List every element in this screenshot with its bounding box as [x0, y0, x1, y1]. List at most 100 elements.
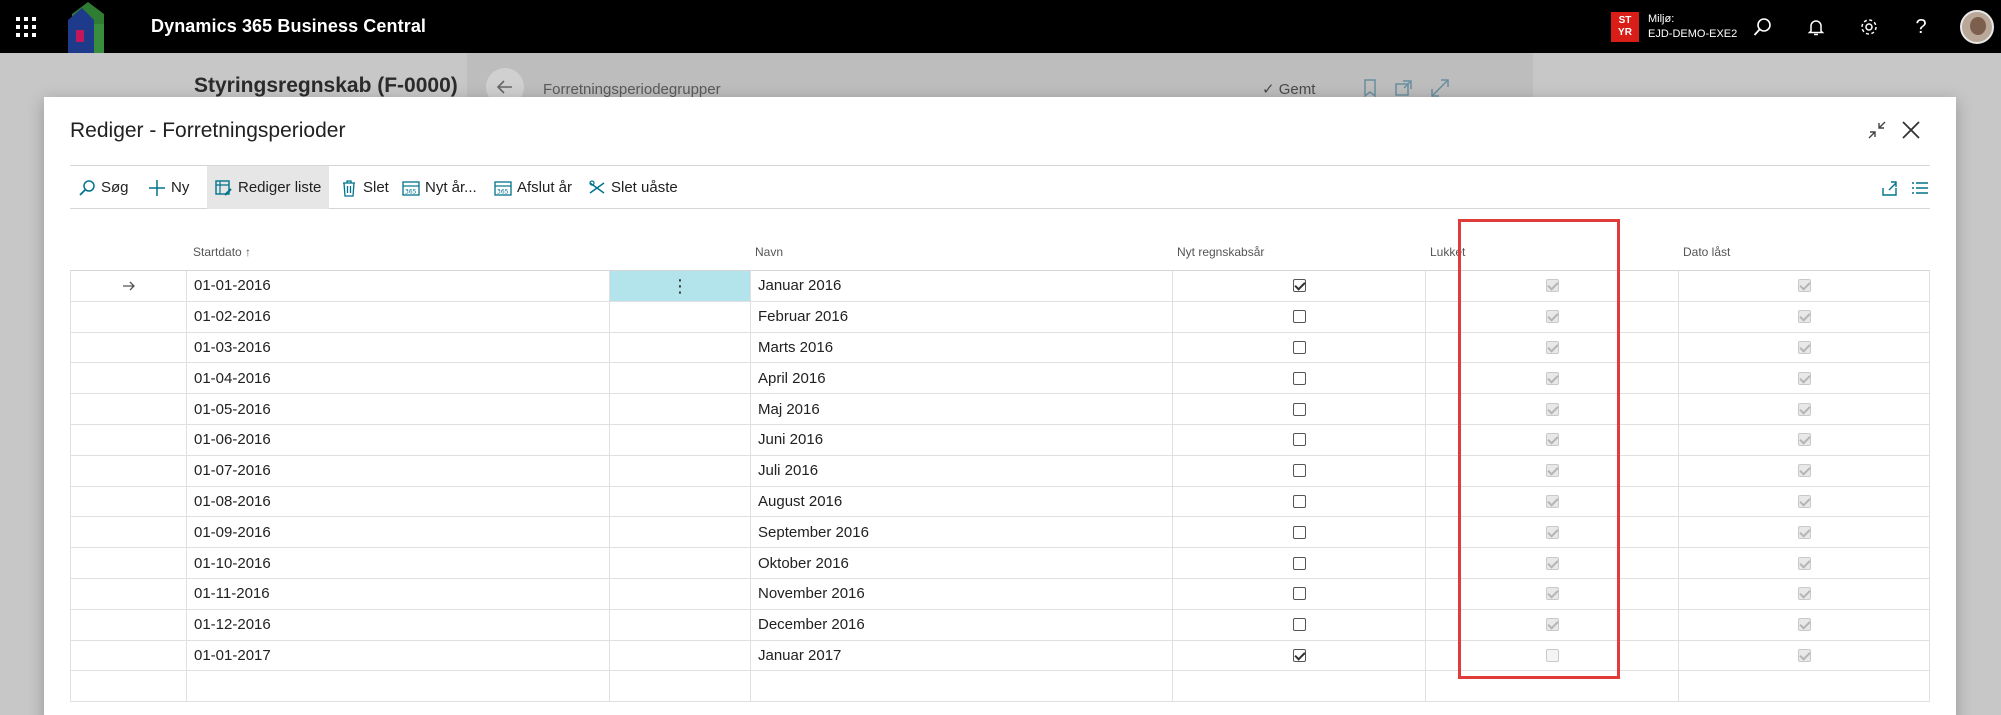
start-date-cell[interactable]: 01-07-2016: [186, 455, 609, 486]
row-actions-cell[interactable]: [609, 424, 750, 455]
start-date-cell[interactable]: 01-02-2016: [186, 301, 609, 332]
avatar[interactable]: [1960, 10, 1994, 44]
checkbox[interactable]: [1292, 525, 1306, 539]
name-cell[interactable]: Juni 2016: [750, 424, 1172, 455]
table-row[interactable]: 01-05-2016 Maj 2016: [70, 394, 1930, 425]
help-icon[interactable]: ?: [1906, 12, 1936, 42]
empty-cell[interactable]: [609, 671, 750, 702]
table-row[interactable]: 01-01-2016 ⋮ Januar 2016: [70, 271, 1930, 302]
checkbox[interactable]: [1292, 310, 1306, 324]
name-cell[interactable]: September 2016: [750, 517, 1172, 548]
checkbox[interactable]: [1292, 556, 1306, 570]
row-actions-cell[interactable]: [609, 517, 750, 548]
expand-icon[interactable]: [1430, 78, 1450, 98]
table-row[interactable]: 01-07-2016 Juli 2016: [70, 455, 1930, 487]
table-row[interactable]: 01-02-2016 Februar 2016: [70, 301, 1930, 333]
row-actions-cell[interactable]: ⋮: [609, 271, 750, 301]
new-fiscal-year-checkbox[interactable]: [1172, 301, 1425, 332]
name-cell[interactable]: Januar 2017: [750, 640, 1172, 671]
start-date-cell[interactable]: 01-03-2016: [186, 332, 609, 363]
row-actions-cell[interactable]: [609, 301, 750, 332]
table-row[interactable]: 01-01-2017 Januar 2017: [70, 640, 1930, 672]
table-row[interactable]: 01-04-2016 April 2016: [70, 363, 1930, 395]
name-cell[interactable]: April 2016: [750, 363, 1172, 394]
name-cell[interactable]: Januar 2016: [750, 271, 1172, 301]
new-fiscal-year-checkbox[interactable]: [1172, 578, 1425, 609]
table-row[interactable]: 01-11-2016 November 2016: [70, 578, 1930, 610]
row-actions-cell[interactable]: [609, 486, 750, 517]
row-actions-cell[interactable]: [609, 609, 750, 640]
start-date-cell[interactable]: 01-10-2016: [186, 548, 609, 578]
close-year-button[interactable]: 365 Afslut år: [486, 166, 580, 209]
checkbox[interactable]: [1292, 648, 1306, 662]
empty-cell[interactable]: [186, 671, 609, 702]
new-year-button[interactable]: 365 Nyt år...: [394, 166, 485, 209]
table-row[interactable]: 01-10-2016 Oktober 2016: [70, 548, 1930, 579]
new-fiscal-year-checkbox[interactable]: [1172, 271, 1425, 301]
start-date-cell[interactable]: 01-01-2017: [186, 640, 609, 671]
name-cell[interactable]: Juli 2016: [750, 455, 1172, 486]
bookmark-icon[interactable]: [1360, 78, 1380, 98]
more-options-icon[interactable]: ⋮: [671, 277, 689, 295]
checkbox[interactable]: [1292, 464, 1306, 478]
column-header-date-locked[interactable]: Dato låst: [1683, 245, 1730, 259]
table-row[interactable]: 01-12-2016 December 2016: [70, 609, 1930, 641]
row-actions-cell[interactable]: [609, 640, 750, 671]
empty-cell[interactable]: [750, 671, 1172, 702]
row-actions-cell[interactable]: [609, 394, 750, 424]
column-header-new-fiscal-year[interactable]: Nyt regnskabsår: [1177, 245, 1264, 259]
column-header-name[interactable]: Navn: [755, 245, 783, 259]
edit-list-button[interactable]: Rediger liste: [207, 166, 330, 209]
table-row[interactable]: 01-09-2016 September 2016: [70, 517, 1930, 549]
delete-unlocked-button[interactable]: Slet uåste: [580, 166, 686, 209]
empty-cell[interactable]: [1678, 671, 1930, 702]
checkbox[interactable]: [1292, 340, 1306, 354]
bell-icon[interactable]: [1801, 12, 1831, 42]
gear-icon[interactable]: [1854, 12, 1884, 42]
search-icon[interactable]: [1748, 12, 1778, 42]
close-icon[interactable]: [1896, 115, 1926, 145]
new-fiscal-year-checkbox[interactable]: [1172, 394, 1425, 424]
delete-button[interactable]: Slet: [332, 166, 397, 209]
new-fiscal-year-checkbox[interactable]: [1172, 424, 1425, 455]
table-row[interactable]: 01-06-2016 Juni 2016: [70, 424, 1930, 456]
collapse-icon[interactable]: [1862, 115, 1892, 145]
new-fiscal-year-checkbox[interactable]: [1172, 363, 1425, 394]
start-date-cell[interactable]: 01-06-2016: [186, 424, 609, 455]
row-actions-cell[interactable]: [609, 363, 750, 394]
row-actions-cell[interactable]: [609, 455, 750, 486]
list-view-icon[interactable]: [1908, 176, 1932, 200]
row-actions-cell[interactable]: [609, 332, 750, 363]
checkbox[interactable]: [1292, 433, 1306, 447]
name-cell[interactable]: Oktober 2016: [750, 548, 1172, 578]
table-row[interactable]: 01-08-2016 August 2016: [70, 486, 1930, 518]
start-date-cell[interactable]: 01-11-2016: [186, 578, 609, 609]
new-fiscal-year-checkbox[interactable]: [1172, 517, 1425, 548]
name-cell[interactable]: November 2016: [750, 578, 1172, 609]
new-button[interactable]: Ny: [140, 166, 197, 209]
open-new-window-icon[interactable]: [1394, 78, 1414, 98]
column-header-start-date[interactable]: Startdato ↑: [193, 245, 251, 259]
start-date-cell[interactable]: 01-01-2016: [186, 271, 609, 301]
start-date-cell[interactable]: 01-09-2016: [186, 517, 609, 548]
name-cell[interactable]: Maj 2016: [750, 394, 1172, 424]
new-fiscal-year-checkbox[interactable]: [1172, 486, 1425, 517]
table-row[interactable]: 01-03-2016 Marts 2016: [70, 332, 1930, 364]
start-date-cell[interactable]: 01-04-2016: [186, 363, 609, 394]
new-fiscal-year-checkbox[interactable]: [1172, 455, 1425, 486]
search-button[interactable]: Søg: [70, 166, 137, 209]
checkbox[interactable]: [1292, 618, 1306, 632]
new-fiscal-year-checkbox[interactable]: [1172, 548, 1425, 578]
column-header-closed[interactable]: Lukket: [1430, 245, 1465, 259]
checkbox[interactable]: [1292, 279, 1306, 293]
empty-cell[interactable]: [1425, 671, 1678, 702]
app-launcher-button[interactable]: [0, 0, 52, 53]
row-actions-cell[interactable]: [609, 548, 750, 578]
new-fiscal-year-checkbox[interactable]: [1172, 609, 1425, 640]
name-cell[interactable]: December 2016: [750, 609, 1172, 640]
app-title[interactable]: Dynamics 365 Business Central: [151, 16, 426, 37]
name-cell[interactable]: August 2016: [750, 486, 1172, 517]
checkbox[interactable]: [1292, 371, 1306, 385]
start-date-cell[interactable]: 01-12-2016: [186, 609, 609, 640]
name-cell[interactable]: Februar 2016: [750, 301, 1172, 332]
